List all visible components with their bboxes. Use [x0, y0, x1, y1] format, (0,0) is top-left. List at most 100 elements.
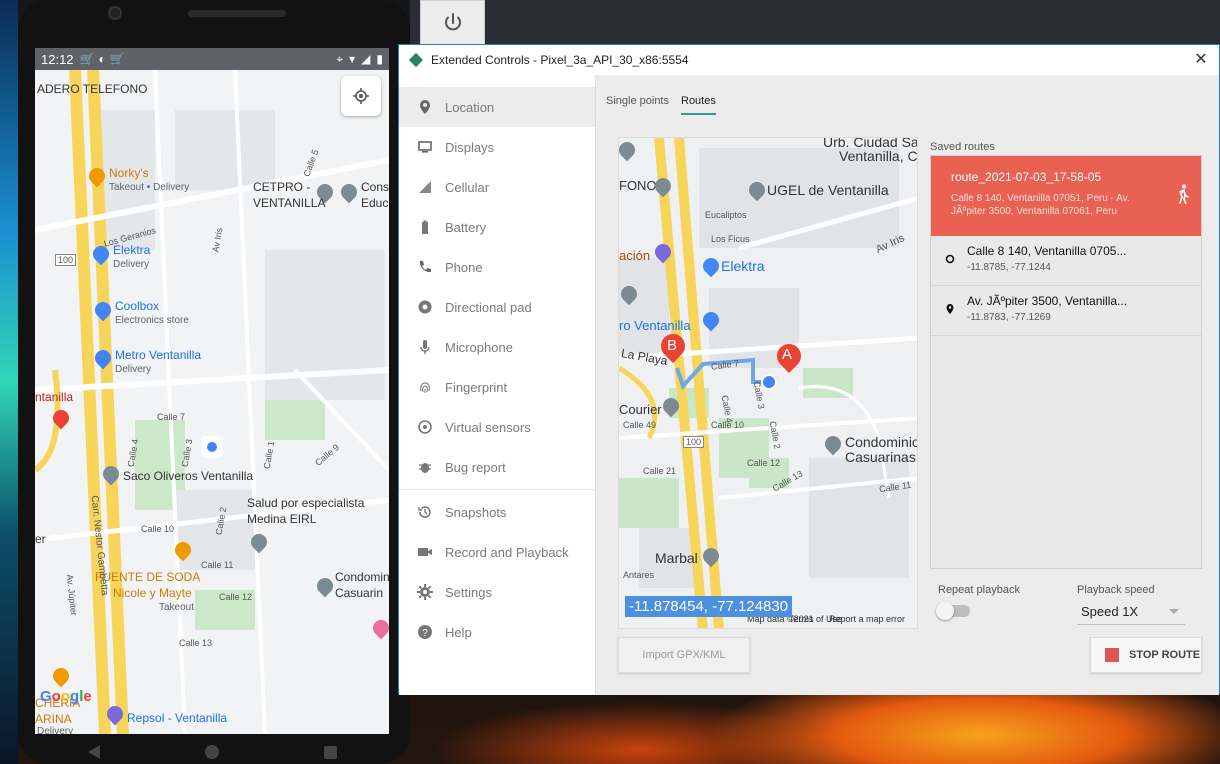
street-label: Eucaliptos — [705, 210, 747, 220]
sidebar-item-settings[interactable]: Settings — [399, 572, 595, 612]
map-label: Delivery — [113, 259, 150, 270]
map-label: UGEL de Ventanilla — [767, 182, 889, 198]
map-label[interactable]: Saco Oliveros Ventanilla — [123, 469, 253, 483]
sidebar-item-label: Snapshots — [445, 504, 507, 520]
close-icon[interactable]: ✕ — [1191, 50, 1211, 70]
signal-icon: ◢ — [361, 51, 371, 66]
front-camera — [108, 6, 122, 20]
sidebar-item-microphone[interactable]: Microphone — [399, 327, 595, 367]
map-label: Delivery — [115, 364, 152, 375]
sidebar-item-help[interactable]: ? Help — [399, 612, 595, 652]
sidebar-item-bug-report[interactable]: Bug report — [399, 447, 595, 487]
street-label: Calle 10 — [711, 420, 745, 430]
sidebar-item-virtual-sensors[interactable]: Virtual sensors — [399, 407, 595, 447]
sidebar-item-label: Phone — [445, 259, 483, 275]
location-pin-icon — [417, 99, 433, 115]
dpad-icon — [417, 299, 433, 315]
map-label: Takeout • Delivery — [109, 182, 190, 193]
street-label: Calle 21 — [643, 466, 677, 476]
playback-speed-dropdown[interactable]: Speed 1X — [1077, 601, 1185, 625]
current-location-marker — [201, 436, 223, 458]
sidebar-item-battery[interactable]: Battery — [399, 207, 595, 247]
sidebar-item-label: Directional pad — [445, 299, 532, 315]
sidebar-item-snapshots[interactable]: Snapshots — [399, 492, 595, 532]
map-label: Educ — [361, 196, 389, 210]
map-label[interactable]: CETPRO - — [253, 180, 310, 194]
window-title: Extended Controls - Pixel_3a_API_30_x86:… — [431, 53, 689, 67]
map-label[interactable]: Repsol - Ventanilla — [127, 711, 227, 725]
marker-a-label: A — [782, 346, 793, 363]
crosshair-icon — [353, 88, 369, 104]
route-map[interactable]: Urb. Ciudad Sat Ventanilla, C UGEL de Ve… — [618, 137, 918, 629]
map-label: Courier — [619, 402, 662, 417]
android-nav-bar — [35, 740, 389, 764]
phone-google-map[interactable]: ADERO TELEFONO Norky's Takeout • Deliver… — [35, 70, 389, 734]
sidebar-item-cellular[interactable]: Cellular — [399, 167, 595, 207]
sidebar-item-label: Help — [445, 624, 472, 640]
home-icon[interactable] — [204, 745, 219, 759]
recents-icon[interactable] — [323, 745, 337, 759]
map-label: Electronics store — [115, 315, 189, 326]
sidebar-item-label: Battery — [445, 219, 487, 235]
point-title: Calle 8 140, Ventanilla 0705... — [967, 244, 1127, 258]
sidebar-item-fingerprint[interactable]: Fingerprint — [399, 367, 595, 407]
map-label[interactable]: Metro Ventanilla — [115, 348, 201, 362]
route-point-destination[interactable]: Av. JÃºpiter 3500, Ventanilla... -11.878… — [931, 286, 1201, 336]
sidebar-item-directional-pad[interactable]: Directional pad — [399, 287, 595, 327]
map-label[interactable]: FUENTE DE SODA — [95, 570, 200, 584]
sidebar-item-label: Bug report — [445, 459, 506, 475]
sidebar-item-location[interactable]: Location — [399, 87, 595, 127]
point-coords: -11.8783, -77.1269 — [967, 312, 1051, 323]
selected-route-card[interactable]: route_2021-07-03_17-58-05 Calle 8 140, V… — [931, 156, 1201, 236]
desktop-wallpaper-strip — [0, 0, 18, 764]
toggle-knob — [936, 602, 954, 620]
sidebar-item-label: Microphone — [445, 339, 513, 355]
street-label: Calle 12 — [747, 458, 781, 468]
history-icon — [417, 504, 433, 520]
cart-notification-icon: 🛒 — [109, 52, 125, 66]
cellular-signal-icon — [417, 179, 433, 195]
walking-icon — [1179, 184, 1189, 204]
tab-single-points[interactable]: Single points — [606, 95, 669, 115]
map-label[interactable]: Norky's — [109, 166, 149, 180]
map-label: Medina EIRL — [247, 512, 317, 526]
back-icon[interactable] — [87, 745, 100, 759]
video-camera-icon — [417, 544, 433, 560]
tab-routes[interactable]: Routes — [681, 95, 716, 115]
route-point-start[interactable]: Calle 8 140, Ventanilla 0705... -11.8785… — [931, 236, 1201, 286]
microphone-icon — [417, 339, 433, 355]
street-label: Calle 13 — [179, 638, 213, 648]
repeat-playback-label: Repeat playback — [938, 584, 1020, 596]
sidebar-item-label: Displays — [445, 139, 495, 155]
sidebar-item-record-and-playback[interactable]: Record and Playback — [399, 532, 595, 572]
sidebar-item-displays[interactable]: Displays — [399, 127, 595, 167]
my-location-button[interactable] — [341, 76, 381, 116]
destination-pin-icon — [946, 304, 954, 314]
sidebar-item-phone[interactable]: Phone — [399, 247, 595, 287]
map-label: Condominio — [845, 434, 918, 450]
android-status-bar: 12:12 🛒 ◐ 🛒 ⌖ ▾ ◢ ▮ — [35, 48, 389, 70]
street-label: Calle 11 — [201, 560, 234, 570]
sidebar-item-label: Record and Playback — [445, 544, 569, 560]
phone-screen[interactable]: 12:12 🛒 ◐ 🛒 ⌖ ▾ ◢ ▮ ADERO TELEFONO Norky… — [35, 48, 389, 734]
window-titlebar[interactable]: Extended Controls - Pixel_3a_API_30_x86:… — [399, 45, 1219, 75]
saved-routes-list[interactable]: route_2021-07-03_17-58-05 Calle 8 140, V… — [930, 155, 1202, 569]
power-icon — [444, 13, 461, 31]
marker-b-label: B — [667, 337, 678, 354]
coordinate-tooltip: -11.878454, -77.124830 — [625, 596, 793, 617]
svg-text:?: ? — [422, 628, 428, 639]
sidebar-item-label: Cellular — [445, 179, 490, 195]
repeat-playback-toggle[interactable] — [936, 602, 970, 620]
map-label[interactable]: Coolbox — [115, 299, 159, 313]
stop-route-button[interactable]: STOP ROUTE — [1090, 637, 1202, 673]
point-title: Av. JÃºpiter 3500, Ventanilla... — [967, 294, 1128, 308]
map-label[interactable]: Salud por especialista — [247, 496, 364, 510]
map-label[interactable]: Elektra — [113, 243, 150, 257]
playback-speed-label: Playback speed — [1077, 584, 1155, 596]
desktop-area — [410, 0, 1220, 44]
map-label: Ventanilla, C — [839, 148, 918, 164]
import-gpx-kml-button[interactable]: Import GPX/KML — [618, 637, 750, 673]
emulator-power-button[interactable] — [420, 0, 485, 46]
map-terms-link[interactable]: Terms of Use — [789, 614, 842, 624]
street-label: Antares — [623, 570, 655, 580]
